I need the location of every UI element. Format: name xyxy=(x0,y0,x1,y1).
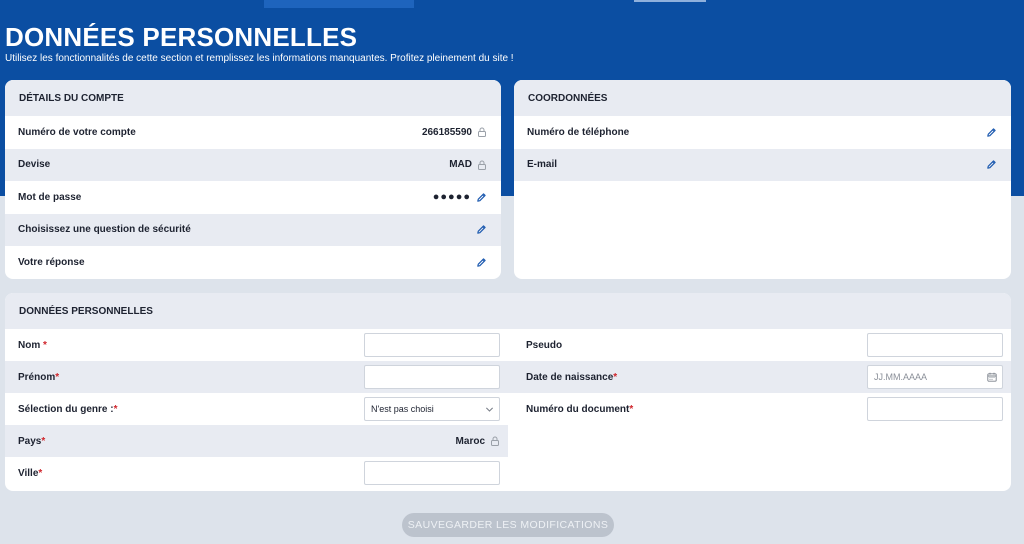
page-title: DONNÉES PERSONNELLES xyxy=(5,22,358,52)
pencil-icon[interactable] xyxy=(476,257,487,268)
genre-selected-value: N'est pas choisi xyxy=(364,397,500,421)
nav-tab-indicator xyxy=(634,0,706,2)
currency-row: Devise MAD xyxy=(5,148,501,181)
phone-label: Numéro de téléphone xyxy=(527,126,630,138)
genre-row: Sélection du genre :* N'est pas choisi xyxy=(5,393,508,425)
personal-right-column: Pseudo Date de naissance* Numéro du docu… xyxy=(508,329,1011,489)
ville-input[interactable] xyxy=(364,461,500,485)
pays-value: Maroc xyxy=(455,435,485,447)
nom-row: Nom * xyxy=(5,329,508,361)
nom-label: Nom * xyxy=(18,339,47,351)
personal-data-card: DONNÉES PERSONNELLES Nom * Prénom* Sélec… xyxy=(5,293,1011,491)
naissance-label: Date de naissance* xyxy=(526,371,618,383)
pseudo-row: Pseudo xyxy=(508,329,1011,361)
personal-data-title: DONNÉES PERSONNELLES xyxy=(5,293,1011,329)
currency-label: Devise xyxy=(18,159,51,171)
ville-label: Ville* xyxy=(18,467,43,479)
prenom-row: Prénom* xyxy=(5,361,508,393)
naissance-row: Date de naissance* xyxy=(508,361,1011,393)
pencil-icon[interactable] xyxy=(476,192,487,203)
email-label: E-mail xyxy=(527,159,558,171)
pencil-icon[interactable] xyxy=(986,127,997,138)
document-label: Numéro du document* xyxy=(526,403,634,415)
account-details-card: DÉTAILS DU COMPTE Numéro de votre compte… xyxy=(5,80,501,279)
phone-row: Numéro de téléphone xyxy=(514,116,1011,149)
naissance-input[interactable] xyxy=(867,365,1003,389)
genre-label: Sélection du genre :* xyxy=(18,403,118,415)
lock-icon xyxy=(478,127,486,138)
password-row: Mot de passe ●●●●● xyxy=(5,181,501,214)
save-changes-button[interactable]: SAUVEGARDER LES MODIFICATIONS xyxy=(402,513,614,537)
account-number-label: Numéro de votre compte xyxy=(18,126,136,138)
password-label: Mot de passe xyxy=(18,191,82,203)
pays-label: Pays* xyxy=(18,435,46,447)
lock-icon xyxy=(491,436,499,446)
currency-value: MAD xyxy=(449,159,472,171)
security-answer-label: Votre réponse xyxy=(18,256,85,268)
pencil-icon[interactable] xyxy=(986,159,997,170)
contact-card: COORDONNÉES Numéro de téléphone E-mail xyxy=(514,80,1011,279)
calendar-icon[interactable] xyxy=(987,372,997,382)
pays-row: Pays* Maroc xyxy=(5,425,508,457)
security-question-row: Choisissez une question de sécurité xyxy=(5,213,501,246)
prenom-input[interactable] xyxy=(364,365,500,389)
account-number-value: 266185590 xyxy=(421,126,472,138)
nom-input[interactable] xyxy=(364,333,500,357)
nav-tab-active[interactable] xyxy=(264,0,414,8)
ville-row: Ville* xyxy=(5,457,508,489)
chevron-down-icon xyxy=(485,407,494,412)
personal-left-column: Nom * Prénom* Sélection du genre :* N'es… xyxy=(5,329,508,489)
password-value: ●●●●● xyxy=(432,191,471,204)
account-number-row: Numéro de votre compte 266185590 xyxy=(5,116,501,149)
account-details-title: DÉTAILS DU COMPTE xyxy=(5,80,501,116)
prenom-label: Prénom* xyxy=(18,371,60,383)
security-answer-row: Votre réponse xyxy=(5,246,501,279)
page-subtitle: Utilisez les fonctionnalités de cette se… xyxy=(5,53,514,64)
contact-title: COORDONNÉES xyxy=(514,80,1011,116)
lock-icon xyxy=(478,160,486,170)
security-question-label: Choisissez une question de sécurité xyxy=(18,224,191,236)
naissance-field xyxy=(867,365,1003,389)
pseudo-input[interactable] xyxy=(867,333,1003,357)
pseudo-label: Pseudo xyxy=(526,339,563,351)
document-input[interactable] xyxy=(867,397,1003,421)
email-row: E-mail xyxy=(514,148,1011,181)
document-row: Numéro du document* xyxy=(508,393,1011,425)
pencil-icon[interactable] xyxy=(476,224,487,235)
genre-select[interactable]: N'est pas choisi xyxy=(364,397,500,421)
